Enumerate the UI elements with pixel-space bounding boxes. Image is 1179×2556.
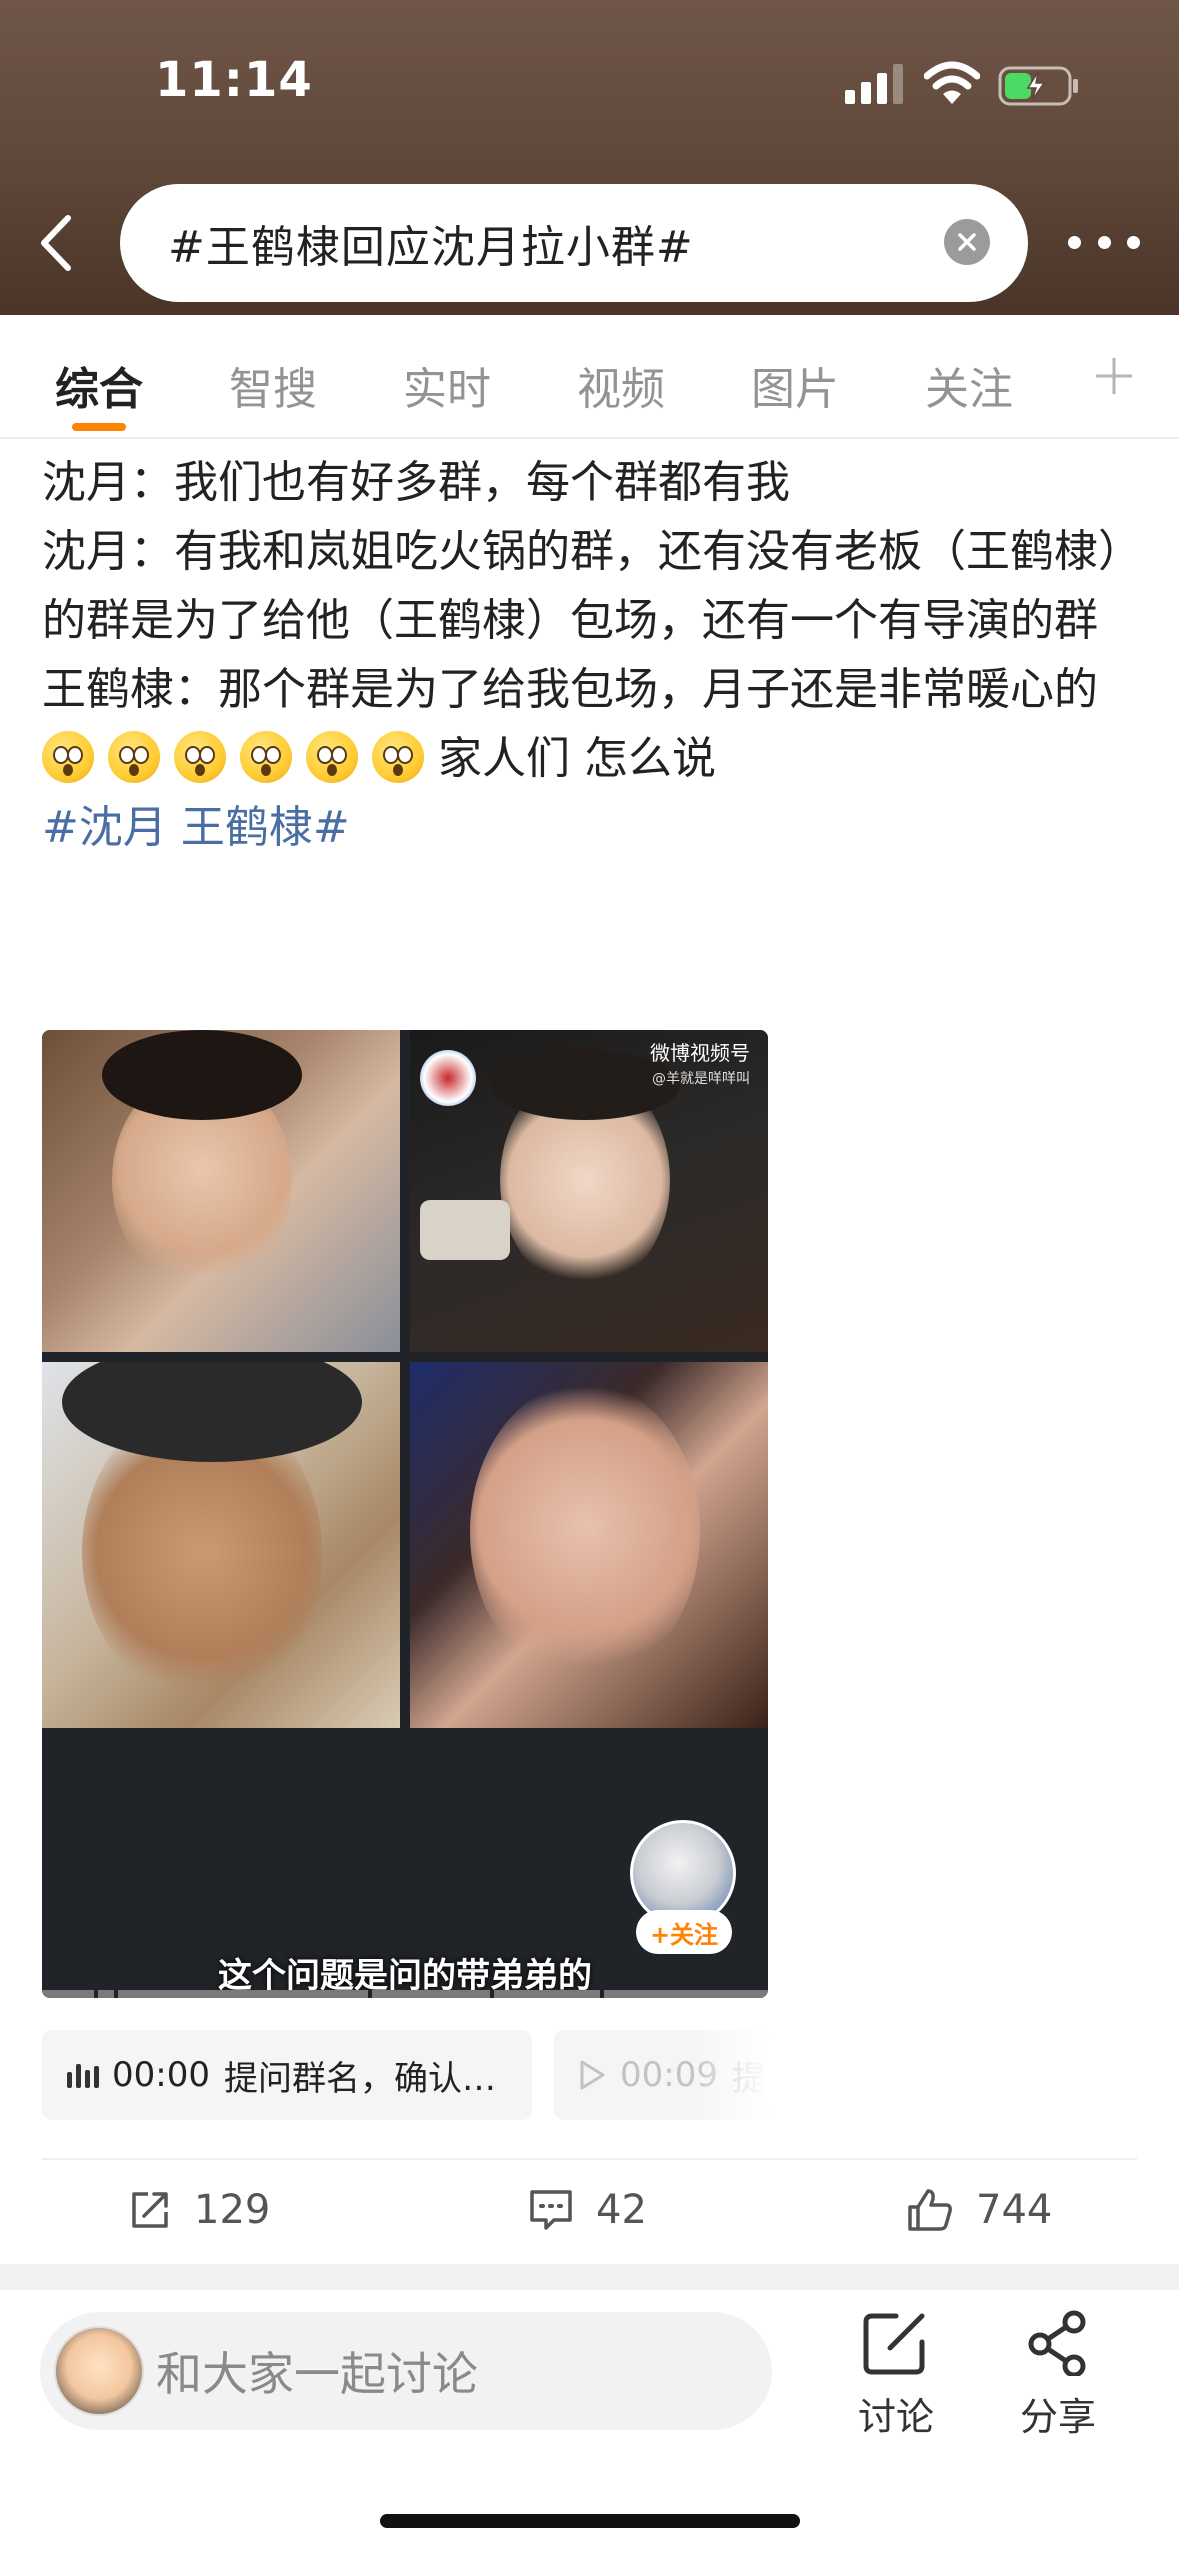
thumbs-up-icon	[908, 2189, 952, 2231]
status-time: 11:14	[155, 52, 313, 108]
divider	[42, 2158, 1137, 2160]
post-line: 沈月：我们也有好多群，每个群都有我	[42, 457, 790, 508]
back-button[interactable]	[30, 208, 80, 278]
edit-icon	[863, 2313, 925, 2375]
tab-following[interactable]: 关注	[925, 353, 1013, 417]
surprised-face-emoji-icon	[306, 731, 358, 783]
more-options-button[interactable]	[1068, 222, 1140, 262]
surprised-face-emoji-icon	[42, 731, 94, 783]
video-progress-bar[interactable]	[42, 1990, 768, 1998]
battery-charging-icon	[998, 66, 1078, 106]
more-dot-icon	[1068, 235, 1081, 249]
user-avatar	[54, 2326, 144, 2416]
close-icon	[958, 233, 976, 251]
video-player[interactable]: 微博视频号 @羊就是咩咩叫 +关注 这个问题是问的带弟弟的	[42, 1030, 768, 1998]
share-icon	[1028, 2310, 1086, 2376]
top-header: 11:14 #王鹤棣回应沈月拉小群#	[0, 0, 1179, 315]
cellular-signal-icon	[845, 64, 903, 104]
post-line: 王鹤棣：那个群是为了给我包场，月子还是非常暖心的	[42, 664, 1098, 715]
plus-icon	[1096, 358, 1132, 394]
watermark: 微博视频号 @羊就是咩咩叫	[650, 1040, 750, 1092]
video-participant-3	[42, 1362, 400, 1728]
surprised-face-emoji-icon	[240, 731, 292, 783]
home-indicator[interactable]	[380, 2514, 800, 2528]
more-dot-icon	[1127, 235, 1140, 249]
repost-count: 129	[194, 2187, 271, 2233]
like-count: 744	[976, 2187, 1053, 2233]
chapter-marker	[368, 1990, 372, 1998]
repost-button[interactable]: 129	[128, 2180, 270, 2240]
comment-input[interactable]: 和大家一起讨论	[40, 2312, 772, 2430]
chapter-chip[interactable]: 00:00 提问群名，确认…	[42, 2030, 532, 2120]
comment-button[interactable]: 42	[528, 2180, 647, 2240]
post-body: 沈月：我们也有好多群，每个群都有我 沈月：有我和岚姐吃火锅的群，还有没有老板（王…	[42, 448, 1152, 862]
chapter-marker	[490, 1990, 494, 1998]
chapter-chip[interactable]: 00:09 提	[554, 2030, 769, 2120]
surprised-face-emoji-icon	[174, 731, 226, 783]
search-query-text: #王鹤棣回应沈月拉小群#	[168, 222, 694, 273]
tab-realtime[interactable]: 实时	[403, 353, 491, 417]
discuss-button[interactable]: 讨论	[836, 2310, 956, 2441]
discuss-label: 讨论	[857, 2395, 934, 2439]
section-separator	[0, 2264, 1179, 2290]
more-dot-icon	[1097, 235, 1111, 249]
like-button[interactable]: 744	[906, 2180, 1052, 2240]
video-participant-1	[42, 1030, 400, 1352]
chapter-title: 提问群名，确认…	[223, 2058, 496, 2099]
active-tab-indicator	[72, 423, 126, 431]
post-line: 沈月：有我和岚姐吃火锅的群，还有没有老板（王鹤棣）的群是为了给他（王鹤棣）包场，…	[42, 526, 1142, 646]
watermark-text: 微博视频号	[650, 1041, 750, 1065]
emoji-line: 家人们 怎么说	[42, 724, 1152, 793]
clear-search-button[interactable]	[944, 219, 990, 265]
surprised-face-emoji-icon	[372, 731, 424, 783]
tab-images[interactable]: 图片	[751, 353, 839, 417]
comment-icon	[530, 2190, 572, 2230]
chapter-time: 00:00	[112, 2055, 210, 2095]
comment-placeholder: 和大家一起讨论	[156, 2347, 478, 2401]
video-participant-4	[410, 1362, 768, 1728]
tab-comprehensive[interactable]: 综合	[55, 353, 143, 417]
watermark-subtext: @羊就是咩咩叫	[652, 1071, 750, 1087]
emoji-line-text: 家人们 怎么说	[438, 733, 716, 784]
share-label: 分享	[1019, 2395, 1096, 2439]
add-tab-button[interactable]	[1094, 353, 1134, 405]
wifi-icon	[924, 61, 980, 104]
share-button[interactable]: 分享	[998, 2310, 1118, 2441]
comment-count: 42	[596, 2187, 647, 2233]
chevron-left-icon	[41, 215, 71, 271]
surprised-face-emoji-icon	[108, 731, 160, 783]
tab-smart-search[interactable]: 智搜	[229, 353, 317, 417]
hashtag-link[interactable]: #沈月 王鹤棣#	[42, 802, 350, 853]
chapter-marker	[94, 1990, 98, 1998]
audio-bars-icon	[67, 2064, 99, 2088]
play-icon	[580, 2060, 605, 2090]
video-participant-2: 微博视频号 @羊就是咩咩叫	[410, 1030, 768, 1352]
search-tabs: 综合 智搜 实时 视频 图片 关注	[0, 315, 1179, 439]
chapter-marker	[600, 1990, 604, 1998]
share-external-icon	[132, 2192, 168, 2228]
tab-video[interactable]: 视频	[577, 353, 665, 417]
chapter-marker	[114, 1990, 118, 1998]
search-input[interactable]: #王鹤棣回应沈月拉小群#	[120, 184, 1028, 302]
